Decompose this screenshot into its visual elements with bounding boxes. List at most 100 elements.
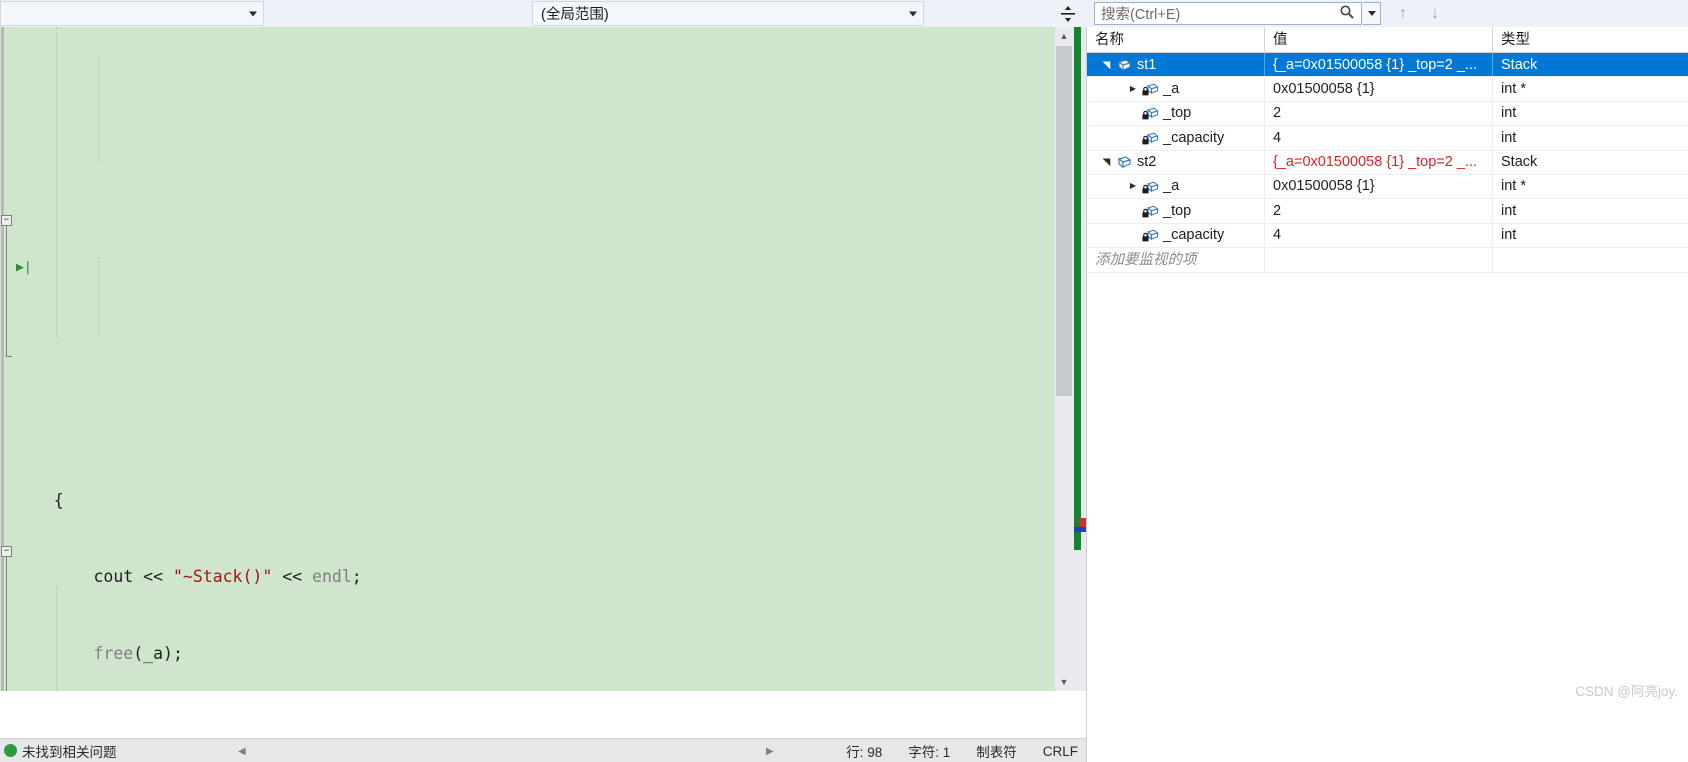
fold-bracket-line — [6, 226, 7, 356]
watch-variable-name: _top — [1163, 202, 1192, 219]
watch-variable-name: _a — [1163, 80, 1180, 97]
hscroll-left-icon[interactable]: ◀ — [238, 746, 246, 757]
watch-variable-name: st1 — [1137, 56, 1157, 73]
fold-bracket-end — [6, 356, 12, 357]
add-watch-row[interactable]: 添加要监视的项 — [1087, 247, 1688, 273]
code-line: cout << "~Stack()" << endl; — [14, 567, 362, 587]
add-watch-value-cell[interactable] — [1265, 247, 1493, 273]
watch-row-value-cell[interactable]: 2 — [1265, 198, 1493, 224]
code-editor[interactable]: − − ▶| { cout << "~Stack()" << endl; fre… — [0, 27, 1055, 691]
watch-header-row: 名称 值 类型 — [1087, 26, 1688, 53]
watch-row[interactable]: _capacity 4 int — [1087, 125, 1688, 151]
watch-row-value-cell[interactable]: 2 — [1265, 101, 1493, 126]
watermark: CSDN @阿亮joy. — [1575, 684, 1678, 699]
column-header-value[interactable]: 值 — [1265, 26, 1493, 53]
watch-row-name-cell[interactable]: ▶ _a — [1087, 76, 1265, 102]
scope-dropdown[interactable] — [0, 1, 264, 26]
scrollbar-thumb[interactable] — [1056, 46, 1072, 396]
chevron-down-icon — [909, 11, 917, 16]
watch-row[interactable]: ◢ st1 {_a=0x01500058 {1} _top=2 _... Stack — [1087, 52, 1688, 78]
watch-row[interactable]: _top 2 int — [1087, 101, 1688, 127]
chevron-expand-icon[interactable]: ▶ — [1125, 77, 1141, 101]
chevron-down-icon — [1367, 11, 1376, 16]
watch-row-value-cell[interactable]: {_a=0x01500058 {1} _top=2 _... — [1265, 52, 1493, 77]
chevron-down-icon — [249, 11, 257, 16]
watch-row-name-cell[interactable]: ◢ st2 — [1087, 150, 1265, 175]
watch-row-value-cell[interactable]: {_a=0x01500058 {1} _top=2 _... — [1265, 150, 1493, 175]
indent-guide — [98, 257, 99, 337]
watch-row-name-cell[interactable]: _capacity — [1087, 223, 1265, 248]
watch-window[interactable]: 名称 值 类型 ◢ st1 {_a=0x01500058 {1} _top=2 _.… — [1086, 26, 1688, 762]
status-tabs: 制表符 — [976, 745, 1017, 760]
indent-guide — [56, 587, 57, 691]
watch-row-name-cell[interactable]: _top — [1087, 101, 1265, 126]
watch-variable-name: _capacity — [1163, 129, 1225, 146]
search-placeholder-text: 搜索(Ctrl+E) — [1101, 7, 1181, 23]
fold-toggle-push[interactable]: − — [1, 215, 12, 226]
chevron-collapse-icon[interactable]: ◢ — [1095, 57, 1119, 73]
arrow-up-icon: ↑ — [1399, 4, 1407, 22]
watch-row-value-cell[interactable]: 0x01500058 {1} — [1265, 174, 1493, 199]
code-line: free(_a); — [93, 644, 183, 664]
watch-row-type-cell: Stack — [1501, 154, 1538, 171]
watch-row-type-cell: int — [1501, 227, 1517, 244]
private-field-icon — [1141, 105, 1159, 121]
global-scope-dropdown[interactable]: (全局范围) — [532, 1, 924, 26]
split-window-button[interactable] — [1056, 2, 1080, 25]
watch-row[interactable]: _capacity 4 int — [1087, 223, 1688, 249]
search-options-dropdown[interactable] — [1363, 2, 1381, 25]
private-field-icon — [1141, 179, 1159, 195]
watch-row-type-cell: Stack — [1501, 56, 1538, 73]
status-line: 行: 98 — [846, 745, 883, 760]
status-column: 字符: 1 — [908, 745, 951, 760]
hscroll-right-icon[interactable]: ▶ — [766, 746, 774, 757]
watch-row[interactable]: ▶ _a 0x01500058 {1} int * — [1087, 174, 1688, 200]
watch-variable-name: _a — [1163, 178, 1180, 195]
add-watch-type-cell[interactable] — [1493, 248, 1688, 272]
change-marker-saved — [1074, 27, 1081, 542]
status-message-group: 未找到相关问题 — [0, 741, 117, 761]
watch-row-value-cell[interactable]: 4 — [1265, 223, 1493, 248]
watch-row[interactable]: ◢ st2 {_a=0x01500058 {1} _top=2 _... Stack — [1087, 150, 1688, 175]
watch-row-name-cell[interactable]: ▶ _a — [1087, 174, 1265, 199]
private-field-icon — [1141, 130, 1159, 146]
indent-guide — [56, 27, 57, 337]
fold-toggle-main[interactable]: − — [1, 546, 12, 557]
chevron-expand-icon[interactable]: ▶ — [1125, 174, 1141, 198]
scroll-down-icon[interactable]: ▼ — [1055, 673, 1073, 691]
watch-row-name-cell[interactable]: _capacity — [1087, 125, 1265, 151]
editor-vertical-scrollbar[interactable]: ▲ ▼ — [1055, 27, 1087, 691]
search-input[interactable]: 搜索(Ctrl+E) — [1094, 2, 1362, 25]
search-next-button[interactable]: ↓ — [1422, 2, 1448, 25]
editor-change-indicator — [1, 27, 4, 691]
private-field-icon — [1141, 203, 1159, 219]
watch-row[interactable]: ▶ _a 0x01500058 {1} int * — [1087, 76, 1688, 102]
watch-row-value-cell[interactable]: 4 — [1265, 125, 1493, 151]
status-ok-icon — [4, 744, 17, 757]
watch-row[interactable]: _top 2 int — [1087, 198, 1688, 224]
split-window-icon — [1061, 5, 1075, 22]
search-previous-button[interactable]: ↑ — [1390, 2, 1416, 25]
chevron-collapse-icon[interactable]: ◢ — [1095, 154, 1119, 170]
watch-rows-container: ◢ st1 {_a=0x01500058 {1} _top=2 _... Stack ▶… — [1087, 52, 1688, 249]
column-header-name[interactable]: 名称 — [1087, 26, 1265, 53]
global-scope-value: (全局范围) — [541, 7, 609, 23]
scroll-up-icon[interactable]: ▲ — [1055, 27, 1073, 45]
add-watch-placeholder[interactable]: 添加要监视的项 — [1087, 247, 1265, 273]
watch-variable-name: st2 — [1137, 154, 1157, 171]
editor-annotation-bar — [1074, 27, 1087, 691]
watch-row-type-cell: int * — [1501, 178, 1526, 195]
code-content[interactable]: − − ▶| { cout << "~Stack()" << endl; fre… — [1, 27, 1055, 691]
watch-row-value-cell[interactable]: 0x01500058 {1} — [1265, 76, 1493, 102]
run-to-cursor-icon[interactable]: ▶| — [16, 261, 32, 274]
column-header-type[interactable]: 类型 — [1493, 27, 1688, 53]
watch-row-name-cell[interactable]: _top — [1087, 198, 1265, 224]
watch-variable-name: _capacity — [1163, 227, 1225, 244]
watch-row-type-cell: int — [1501, 105, 1517, 122]
editor-glyph-margin[interactable] — [0, 27, 14, 691]
search-icon[interactable] — [1339, 4, 1355, 24]
code-line: { — [14, 490, 64, 510]
watch-variable-name: _top — [1163, 105, 1192, 122]
indent-guide — [98, 52, 99, 163]
watch-row-name-cell[interactable]: ◢ st1 — [1087, 52, 1265, 77]
